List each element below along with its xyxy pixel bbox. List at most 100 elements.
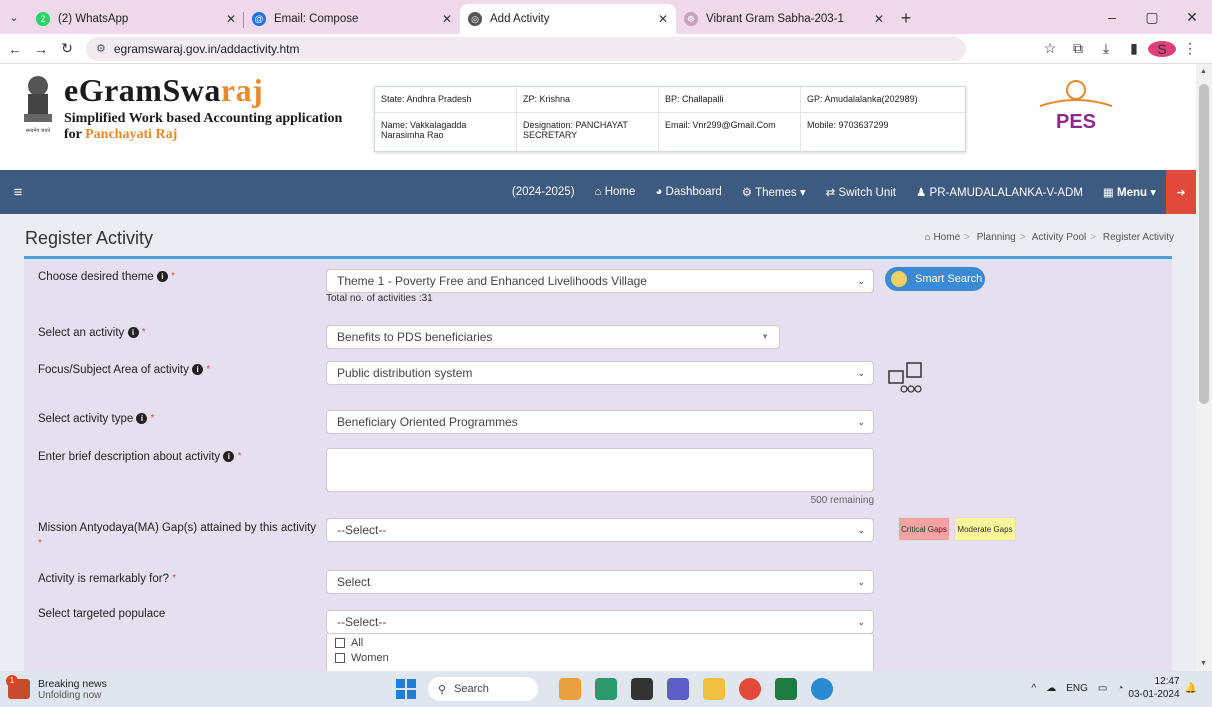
activity-type-select[interactable]: Beneficiary Oriented Programmes ⌄: [326, 410, 874, 434]
news-widget[interactable]: 1 Breaking news Unfolding now: [6, 675, 107, 701]
critical-gaps-button[interactable]: Critical Gaps: [898, 517, 950, 541]
pes-logo-text: PES: [1056, 111, 1096, 133]
file-explorer-icon[interactable]: [703, 678, 725, 700]
logout-button[interactable]: ➜: [1166, 170, 1196, 214]
info-icon[interactable]: i: [136, 413, 148, 425]
remarkable-select[interactable]: Select ⌄: [326, 570, 874, 594]
sidepanel-icon[interactable]: ▮: [1120, 40, 1148, 57]
copilot-app-icon[interactable]: [595, 678, 617, 700]
nav-user[interactable]: ♟ PR-AMUDALALANKA-V-ADM: [906, 185, 1093, 199]
breadcrumb-activity-pool[interactable]: Activity Pool: [1032, 232, 1086, 243]
chevron-down-icon: ⌄: [857, 368, 865, 378]
profile-initial: S: [1148, 40, 1176, 57]
excel-app-icon[interactable]: [775, 678, 797, 700]
tab-label: Add Activity: [490, 13, 550, 25]
checkbox[interactable]: [335, 638, 345, 648]
language-indicator[interactable]: ENG: [1066, 683, 1088, 694]
back-icon[interactable]: ←: [4, 41, 26, 57]
close-tab-icon[interactable]: ✕: [658, 12, 668, 26]
close-tab-icon[interactable]: ✕: [226, 12, 236, 26]
checkbox[interactable]: [335, 653, 345, 663]
info-icon[interactable]: i: [127, 327, 139, 339]
volume-icon[interactable]: ◔: [1117, 683, 1123, 694]
scroll-thumb[interactable]: [1199, 84, 1209, 404]
site-settings-icon[interactable]: ⚙: [96, 42, 106, 55]
focus-select[interactable]: Public distribution system ⌄: [326, 361, 874, 385]
focus-label-text: Focus/Subject Area of activity: [38, 364, 189, 376]
populace-label: Select targeted populace: [38, 608, 166, 620]
description-textarea[interactable]: [326, 448, 874, 492]
chevron-up-icon[interactable]: ^: [1032, 683, 1037, 694]
chrome-app-icon[interactable]: [739, 678, 761, 700]
task-view-icon[interactable]: [631, 678, 653, 700]
populace-option-women[interactable]: Women: [335, 652, 865, 664]
nav-menu[interactable]: ▦ Menu ▾: [1093, 185, 1166, 199]
nav-home[interactable]: ⌂ Home: [585, 186, 646, 198]
nav-dashboard[interactable]: ◕ Dashboard: [645, 186, 731, 198]
url-text: egramswaraj.gov.in/addactivity.htm: [113, 41, 300, 56]
description-label: Enter brief description about activity i…: [38, 451, 242, 463]
moderate-gaps-button[interactable]: Moderate Gaps: [954, 517, 1016, 541]
scroll-down-icon[interactable]: ▼: [1200, 660, 1207, 667]
windows-start-icon[interactable]: [396, 679, 416, 699]
populace-option-all[interactable]: All: [335, 637, 865, 649]
financial-year[interactable]: (2024-2025): [502, 186, 585, 198]
url-input[interactable]: ⚙ egramswaraj.gov.in/addactivity.htm: [86, 36, 966, 61]
brand-logo[interactable]: eGramSwaraj Simplified Work based Accoun…: [64, 72, 342, 143]
restore-icon[interactable]: ▢: [1132, 0, 1172, 34]
kebab-menu-icon[interactable]: ⋮: [1176, 40, 1204, 57]
bookmark-star-icon[interactable]: ☆: [1036, 40, 1064, 57]
taskbar-search[interactable]: ⚲ Search: [428, 677, 538, 701]
profile-avatar[interactable]: S: [1148, 40, 1176, 57]
minimize-icon[interactable]: –: [1092, 0, 1132, 34]
remarkable-label-text: Activity is remarkably for?: [38, 573, 170, 585]
news-badge: 1: [6, 675, 18, 687]
brand-accent: raj: [220, 72, 264, 108]
edge-app-icon[interactable]: [811, 678, 833, 700]
populace-select[interactable]: --Select-- ⌄: [326, 610, 874, 634]
reload-icon[interactable]: ↻: [56, 40, 78, 57]
breadcrumb-planning[interactable]: Planning: [977, 232, 1016, 243]
info-mobile: Mobile: 9703637299: [807, 120, 889, 130]
tab-label: Vibrant Gram Sabha-203-1: [706, 13, 844, 25]
teams-app-icon[interactable]: [667, 678, 689, 700]
clock[interactable]: 12:47 03-01-2024: [1128, 675, 1179, 701]
tab-search-icon[interactable]: ⌄: [0, 0, 28, 34]
extensions-icon[interactable]: ⧉: [1064, 40, 1092, 57]
tab-vibrant-gram-sabha[interactable]: ☸ Vibrant Gram Sabha-203-1 ✕: [676, 4, 892, 34]
info-icon[interactable]: i: [156, 271, 168, 283]
close-window-icon[interactable]: ✕: [1172, 0, 1212, 34]
breadcrumb-home[interactable]: Home: [933, 232, 960, 243]
scroll-up-icon[interactable]: ▲: [1200, 68, 1207, 75]
theme-label-text: Choose desired theme: [38, 271, 154, 283]
option-label: Women: [351, 652, 389, 664]
hamburger-icon[interactable]: ≡: [0, 184, 36, 201]
new-tab-icon[interactable]: +: [892, 4, 920, 34]
tab-label: Email: Compose: [274, 13, 359, 25]
brand-tagline: Simplified Work based Accounting applica…: [64, 111, 343, 126]
user-info-box: State: Andhra Pradesh ZP: Krishna BP: Ch…: [374, 86, 967, 153]
forward-icon[interactable]: →: [30, 41, 52, 57]
network-icon[interactable]: ▭: [1098, 683, 1107, 694]
smart-search-button[interactable]: Smart Search: [885, 267, 985, 291]
activity-select[interactable]: Benefits to PDS beneficiaries ▼: [326, 325, 780, 349]
info-icon[interactable]: i: [192, 364, 204, 376]
nav-switch-unit[interactable]: ⇄ Switch Unit: [816, 185, 906, 199]
close-tab-icon[interactable]: ✕: [442, 12, 452, 26]
tab-whatsapp[interactable]: 2 (2) WhatsApp ✕: [28, 4, 244, 34]
widgets-app-icon[interactable]: [559, 678, 581, 700]
nav-themes[interactable]: ⚙ Themes ▾: [732, 185, 816, 199]
notification-bell-icon[interactable]: 🔔: [1185, 683, 1197, 694]
close-tab-icon[interactable]: ✕: [874, 12, 884, 26]
page-scrollbar[interactable]: ▲ ▼: [1196, 64, 1212, 671]
theme-select[interactable]: Theme 1 - Poverty Free and Enhanced Live…: [326, 269, 874, 293]
chevron-down-icon: ⌄: [857, 417, 865, 427]
site-header: सत्यमेव जयते eGramSwaraj Simplified Work…: [0, 64, 1196, 170]
tab-add-activity[interactable]: ◎ Add Activity ✕: [460, 4, 676, 34]
description-label-text: Enter brief description about activity: [38, 451, 221, 463]
tab-email-compose[interactable]: @ Email: Compose ✕: [244, 4, 460, 34]
cloud-icon[interactable]: ☁: [1046, 683, 1056, 694]
download-icon[interactable]: ⤓: [1092, 40, 1120, 57]
mission-gap-select[interactable]: --Select-- ⌄: [326, 518, 874, 542]
info-icon[interactable]: i: [223, 451, 235, 463]
